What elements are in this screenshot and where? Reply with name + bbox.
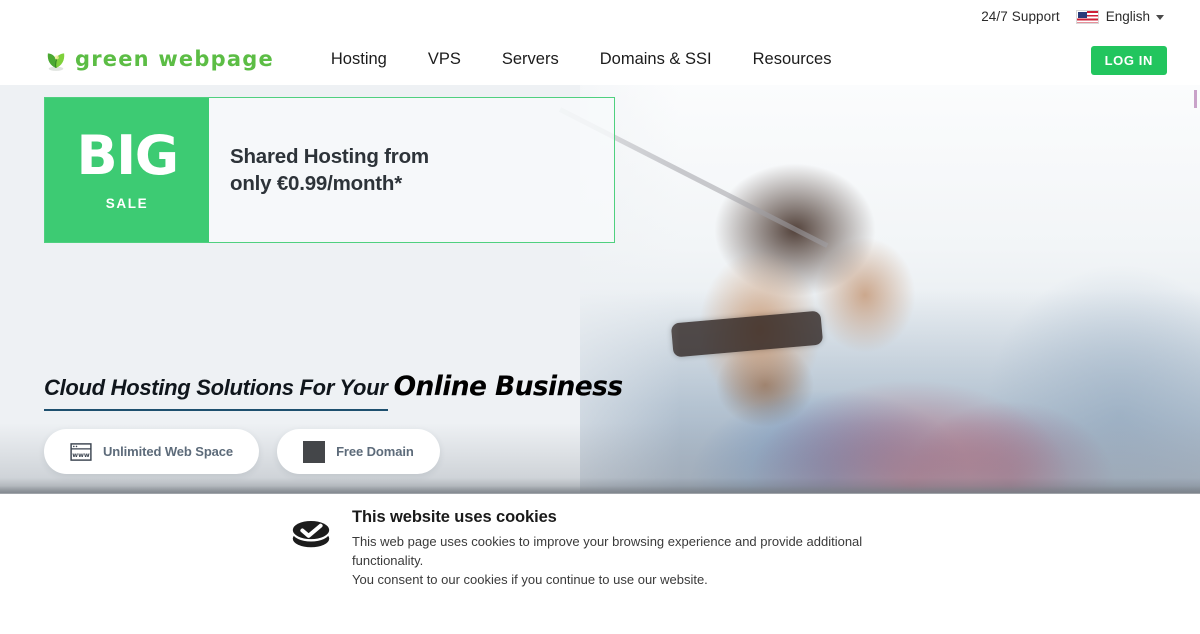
cookie-message-block: This website uses cookies This web page … xyxy=(288,508,872,590)
headline-lead-text: Cloud Hosting Solutions For Your xyxy=(44,375,388,411)
pill-free-domain[interactable]: Free Domain xyxy=(277,429,440,474)
sale-offer-panel: Shared Hosting from only €0.99/month* xyxy=(209,98,614,242)
cookie-title: This website uses cookies xyxy=(352,508,557,526)
nav-item-resources[interactable]: Resources xyxy=(753,50,832,69)
pill-label: Unlimited Web Space xyxy=(103,444,234,459)
caret-down-icon xyxy=(1156,15,1164,20)
us-flag-icon xyxy=(1075,9,1099,24)
nav-item-hosting[interactable]: Hosting xyxy=(331,50,387,69)
cookie-banner-shadow xyxy=(0,486,1200,494)
language-selector[interactable]: English xyxy=(1075,9,1164,24)
brand-logo-link[interactable]: green webpage xyxy=(43,46,274,72)
hero-feature-pills: www Unlimited Web Space Free Domain xyxy=(44,429,458,474)
svg-text:www: www xyxy=(72,451,90,458)
language-label: English xyxy=(1105,9,1150,24)
main-navbar: green webpage Hosting VPS Servers Domain… xyxy=(0,33,1200,85)
sale-offer-line1: Shared Hosting from xyxy=(230,144,429,168)
page-root: 24/7 Support English green webpage Hosti… xyxy=(0,0,1200,634)
sale-offer-line2: only €0.99/month* xyxy=(230,172,403,195)
nav-item-domains[interactable]: Domains & SSI xyxy=(600,50,712,69)
support-link[interactable]: 24/7 Support xyxy=(981,9,1060,24)
cookie-body-line2: You consent to our cookies if you contin… xyxy=(352,571,708,587)
nav-item-servers[interactable]: Servers xyxy=(502,50,559,69)
sale-word-text: SALE xyxy=(105,196,149,211)
nav-items: Hosting VPS Servers Domains & SSI Resour… xyxy=(331,50,832,69)
pill-unlimited-web-space[interactable]: www Unlimited Web Space xyxy=(44,429,260,474)
cookie-check-icon xyxy=(292,520,330,548)
login-button[interactable]: LOG IN xyxy=(1090,46,1167,75)
green-leaf-logo-icon xyxy=(47,53,65,71)
headline-strong-text: Online Business xyxy=(393,371,624,402)
sale-big-text: BIG xyxy=(76,124,179,187)
pill-label: Free Domain xyxy=(336,444,414,459)
big-sale-banner[interactable]: BIG SALE Shared Hosting from only €0.99/… xyxy=(44,97,615,243)
right-edge-artifact xyxy=(1194,90,1197,108)
brand-name: green webpage xyxy=(75,47,274,71)
utility-bar: 24/7 Support English xyxy=(0,0,1200,33)
hero-headline: Cloud Hosting Solutions For Your Online B… xyxy=(44,371,624,411)
nav-item-vps[interactable]: VPS xyxy=(428,50,461,69)
sale-badge: BIG SALE xyxy=(45,98,209,242)
cookie-text-block: This website uses cookies This web page … xyxy=(352,508,872,590)
placeholder-square-icon xyxy=(303,440,326,463)
cookie-body-line1: This web page uses cookies to improve yo… xyxy=(352,534,863,568)
cookie-consent-banner: This website uses cookies This web page … xyxy=(0,494,1200,634)
sale-offer-text: Shared Hosting from only €0.99/month* xyxy=(230,143,429,197)
browser-window-icon: www xyxy=(70,442,92,461)
